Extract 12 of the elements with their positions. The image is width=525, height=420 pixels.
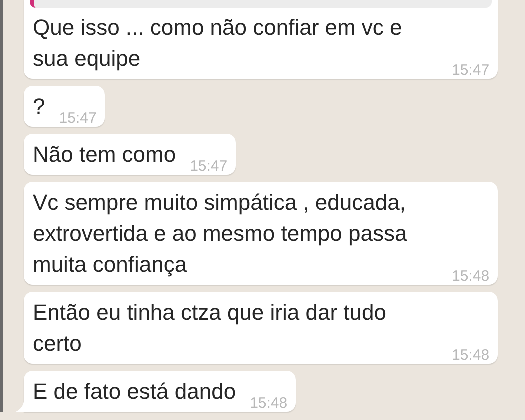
message-time: 15:48 xyxy=(250,395,288,412)
message-time: 15:47 xyxy=(59,110,97,127)
message-time: 15:47 xyxy=(452,62,490,79)
message-text: Que isso ... como não confiar em vc e sua equipe xyxy=(33,14,404,73)
message-text: Então eu tinha ctza que iria dar tudo certo xyxy=(33,299,388,358)
message-time: 15:48 xyxy=(452,268,490,285)
message-text: Vc sempre muito simpática , educada, extrovertida e ao mesmo tempo passa muita confiança xyxy=(33,189,408,279)
message-text: ? xyxy=(33,93,46,121)
message-text: Não tem como xyxy=(33,141,176,169)
message-text: E de fato está dando xyxy=(33,378,236,406)
message-time: 15:48 xyxy=(452,347,490,364)
message-time: 15:47 xyxy=(190,158,228,175)
